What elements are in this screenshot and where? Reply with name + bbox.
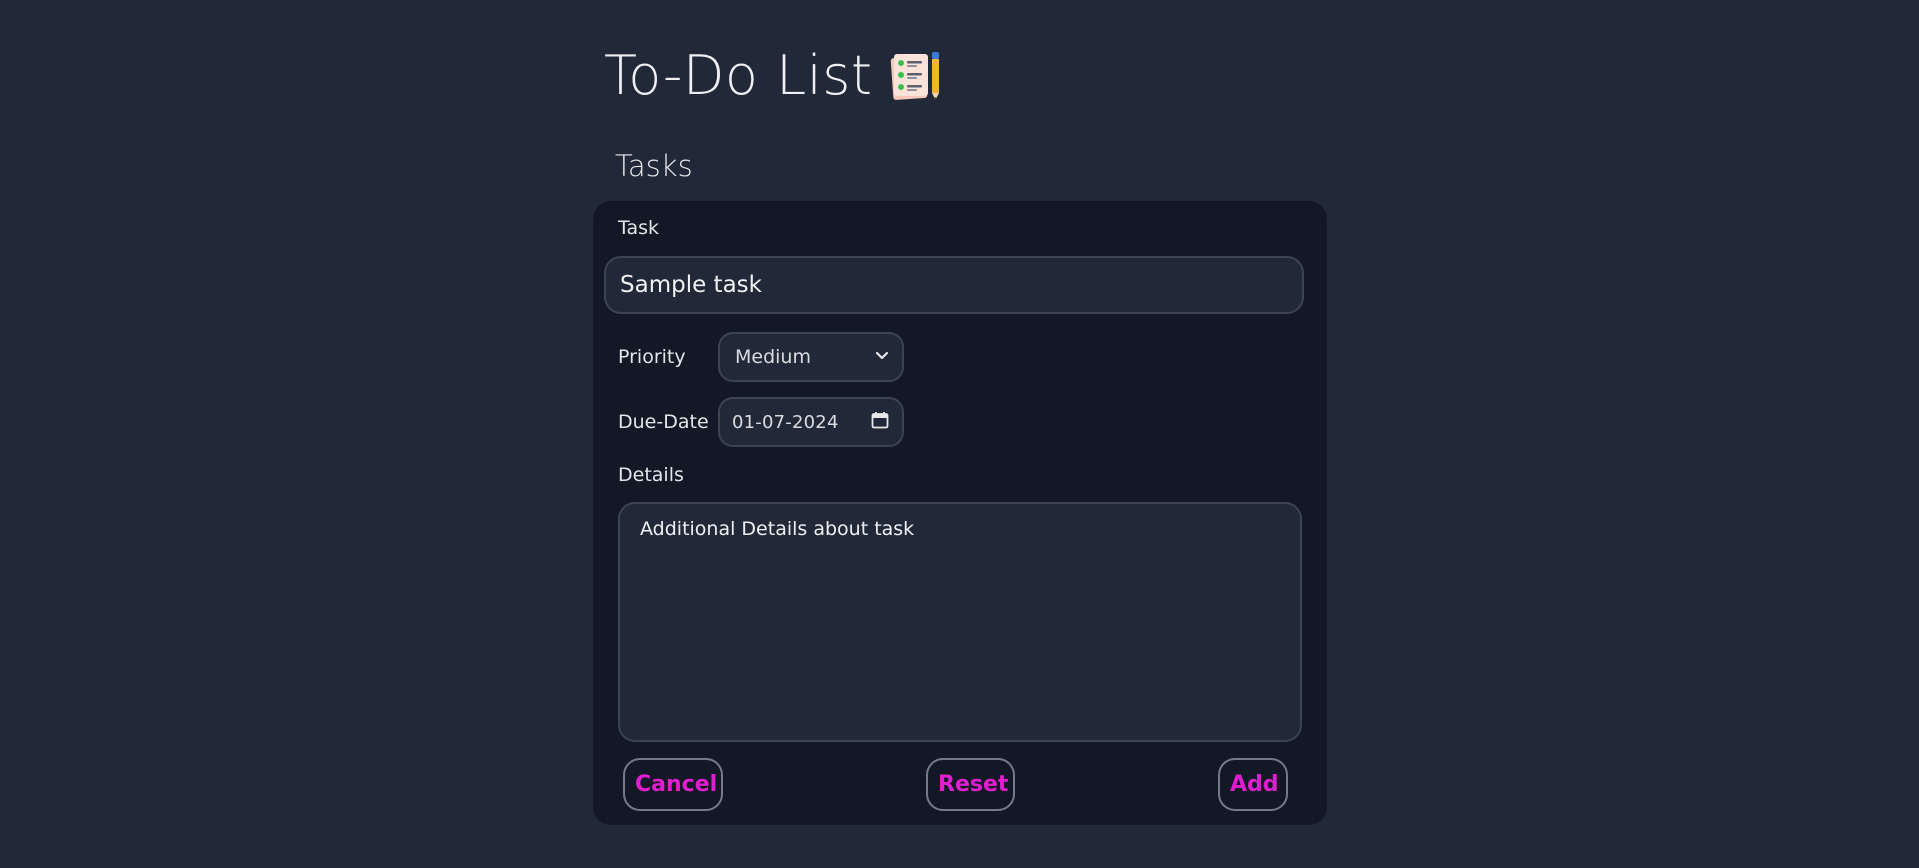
calendar-icon[interactable]	[870, 410, 890, 434]
due-date-value: 01-07-2024	[732, 411, 839, 433]
details-label: Details	[618, 464, 684, 486]
due-date-label: Due-Date	[618, 411, 709, 433]
page-title-text: To-Do List	[604, 44, 873, 107]
task-label: Task	[618, 217, 660, 239]
add-button[interactable]: Add	[1218, 758, 1288, 811]
todo-app: To-Do List Tasks Task Sample task Priori…	[0, 0, 1919, 868]
clipboard-with-pencil-icon	[887, 48, 943, 104]
priority-label: Priority	[618, 346, 686, 368]
task-input[interactable]	[604, 256, 1304, 314]
details-textarea[interactable]: Additional Details about task	[618, 502, 1302, 742]
page-title: To-Do List	[604, 40, 943, 112]
due-date-input[interactable]: 01-07-2024	[718, 397, 904, 447]
task-form-card: Task Priority Medium Due-Date 01-07-2024…	[593, 201, 1327, 825]
priority-select-value: Medium	[735, 346, 811, 368]
section-title: Tasks	[615, 149, 693, 183]
reset-button[interactable]: Reset	[926, 758, 1015, 811]
chevron-down-icon	[874, 347, 890, 367]
priority-select[interactable]: Medium	[718, 332, 904, 382]
cancel-button[interactable]: Cancel	[623, 758, 723, 811]
